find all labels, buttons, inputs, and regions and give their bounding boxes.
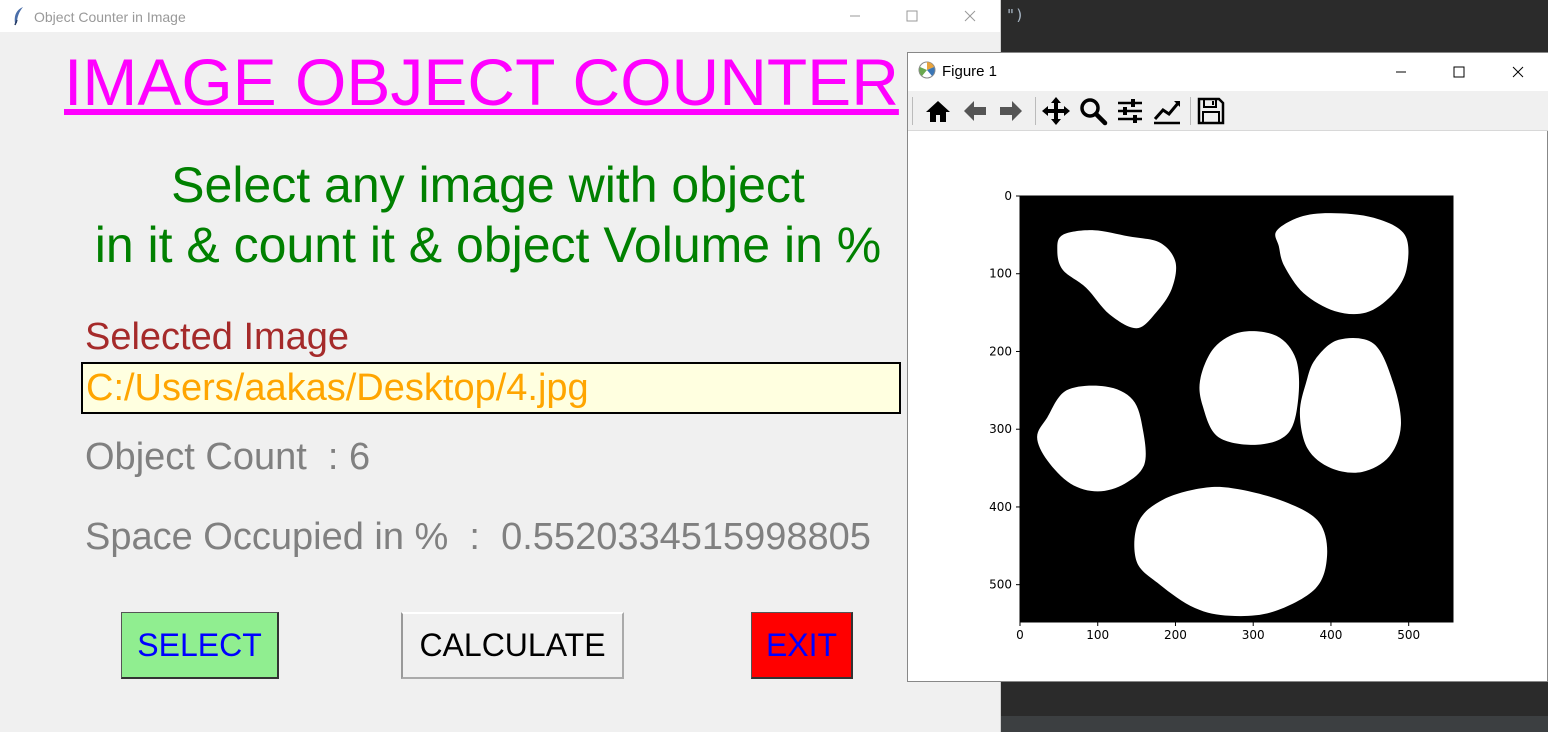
matplotlib-icon	[918, 61, 936, 79]
selected-image-label: Selected Image	[85, 316, 350, 358]
image-plot[interactable]: 0 100 200 300 400 500 0 100 200 300 400 500	[908, 131, 1548, 683]
figure-window: Figure 1 0 100 200 300 400 500 0 100 200…	[907, 52, 1548, 682]
toolbar-separator	[1190, 97, 1191, 125]
main-titlebar[interactable]: Object Counter in Image	[0, 0, 1000, 32]
object-count-text: Object Count : 6	[85, 436, 371, 478]
object-blob-3	[1199, 331, 1300, 445]
x-tick-label: 500	[1397, 628, 1420, 642]
y-tick-label: 100	[989, 267, 1012, 281]
main-window: Object Counter in Image IMAGE OBJECT COU…	[0, 0, 1001, 732]
plot-area[interactable]: 0 100 200 300 400 500 0 100 200 300 400 500	[908, 131, 1548, 683]
page-title: IMAGE OBJECT COUNTER	[64, 45, 899, 119]
back-icon[interactable]	[960, 96, 990, 126]
subtitle-line-2: in it & count it & object Volume in %	[94, 217, 882, 273]
y-tick-label: 300	[989, 422, 1012, 436]
figure-toolbar	[908, 91, 1548, 131]
maximize-button[interactable]	[883, 0, 941, 32]
forward-icon[interactable]	[996, 96, 1026, 126]
x-tick-label: 100	[1086, 628, 1109, 642]
configure-subplots-icon[interactable]	[1115, 96, 1145, 126]
figure-titlebar[interactable]: Figure 1	[908, 53, 1548, 91]
minimize-button[interactable]	[826, 0, 884, 32]
x-tick-label: 400	[1319, 628, 1342, 642]
x-tick-label: 0	[1016, 628, 1024, 642]
selected-path-field: C:/Users/aakas/Desktop/4.jpg	[81, 362, 901, 414]
edit-axis-icon[interactable]	[1152, 96, 1182, 126]
selected-path-value: C:/Users/aakas/Desktop/4.jpg	[86, 367, 589, 409]
toolbar-grip	[912, 97, 913, 125]
feather-icon	[14, 7, 23, 26]
toolbar-separator	[1035, 97, 1036, 125]
y-tick-label: 500	[989, 578, 1012, 592]
y-tick-label: 400	[989, 500, 1012, 514]
figure-maximize-button[interactable]	[1430, 53, 1488, 91]
code-fragment: ")	[1006, 6, 1025, 24]
space-occupied-text: Space Occupied in % : 0.5520334515998805	[85, 516, 871, 558]
pan-icon[interactable]	[1041, 96, 1071, 126]
window-title: Object Counter in Image	[34, 9, 186, 25]
close-button[interactable]	[941, 0, 999, 32]
figure-title: Figure 1	[942, 63, 998, 80]
exit-button[interactable]: EXIT	[751, 612, 853, 679]
select-button[interactable]: SELECT	[121, 612, 279, 679]
y-tick-label: 0	[1004, 189, 1012, 203]
calculate-button[interactable]: CALCULATE	[401, 612, 624, 679]
x-tick-label: 200	[1164, 628, 1187, 642]
subtitle-line-1: Select any image with object	[171, 157, 805, 213]
editor-status-strip	[1000, 716, 1548, 732]
x-tick-label: 300	[1242, 628, 1265, 642]
figure-minimize-button[interactable]	[1372, 53, 1430, 91]
home-icon[interactable]	[923, 96, 953, 126]
zoom-icon[interactable]	[1078, 96, 1108, 126]
y-tick-label: 200	[989, 344, 1012, 358]
save-icon[interactable]	[1196, 96, 1226, 126]
figure-close-button[interactable]	[1489, 53, 1547, 91]
